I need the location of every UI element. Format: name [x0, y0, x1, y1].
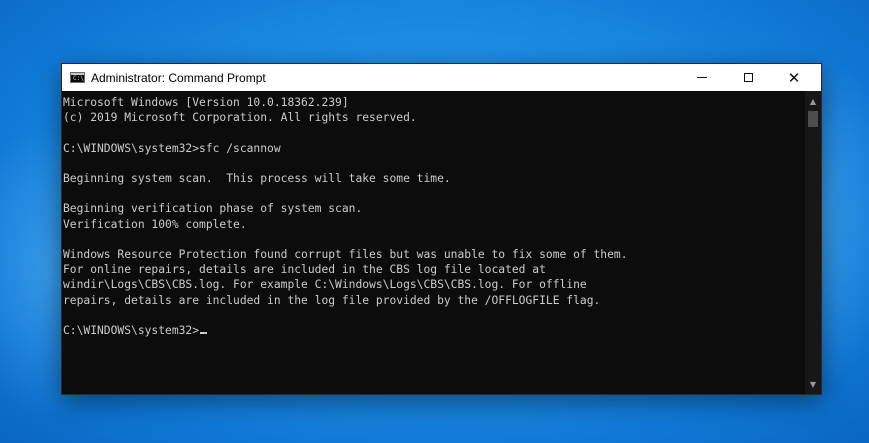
prompt-text: C:\WINDOWS\system32>: [63, 323, 200, 337]
console-line: windir\Logs\CBS\CBS.log. For example C:\…: [63, 278, 587, 292]
console-line: Verification 100% complete.: [63, 217, 247, 231]
chevron-up-icon[interactable]: ▲: [805, 93, 821, 109]
command-prompt-icon[interactable]: C:\: [70, 72, 85, 83]
command-prompt-window[interactable]: C:\ Administrator: Command Prompt ✕ Micr…: [61, 63, 822, 395]
console-line: Microsoft Windows [Version 10.0.18362.23…: [63, 96, 349, 109]
console-output[interactable]: Microsoft Windows [Version 10.0.18362.23…: [62, 91, 805, 394]
console-line: repairs, details are included in the log…: [63, 293, 601, 307]
title-bar[interactable]: C:\ Administrator: Command Prompt ✕: [62, 64, 821, 91]
desktop-background: C:\ Administrator: Command Prompt ✕ Micr…: [0, 0, 869, 443]
close-icon: ✕: [787, 68, 801, 87]
chevron-down-icon[interactable]: ▼: [805, 376, 821, 392]
console-line: (c) 2019 Microsoft Corporation. All righ…: [63, 111, 417, 125]
vertical-scrollbar[interactable]: ▲ ▼: [805, 91, 821, 394]
console-line: For online repairs, details are included…: [63, 263, 546, 277]
console-line: Beginning verification phase of system s…: [63, 202, 363, 216]
command-prompt-icon-glyph: C:\: [73, 75, 84, 82]
command-prompt-line[interactable]: C:\WINDOWS\system32>: [63, 323, 805, 338]
maximize-icon: [743, 73, 753, 82]
text-cursor: [200, 331, 208, 334]
close-button[interactable]: ✕: [771, 64, 817, 91]
scrollbar-thumb[interactable]: [808, 111, 818, 127]
window-title: Administrator: Command Prompt: [91, 70, 266, 85]
minimize-icon: [697, 77, 707, 78]
maximize-button[interactable]: [725, 64, 771, 91]
minimize-button[interactable]: [679, 64, 725, 91]
console-line: Beginning system scan. This process will…: [63, 171, 451, 185]
console-line: Windows Resource Protection found corrup…: [63, 247, 628, 261]
console-line: C:\WINDOWS\system32>sfc /scannow: [63, 141, 281, 155]
